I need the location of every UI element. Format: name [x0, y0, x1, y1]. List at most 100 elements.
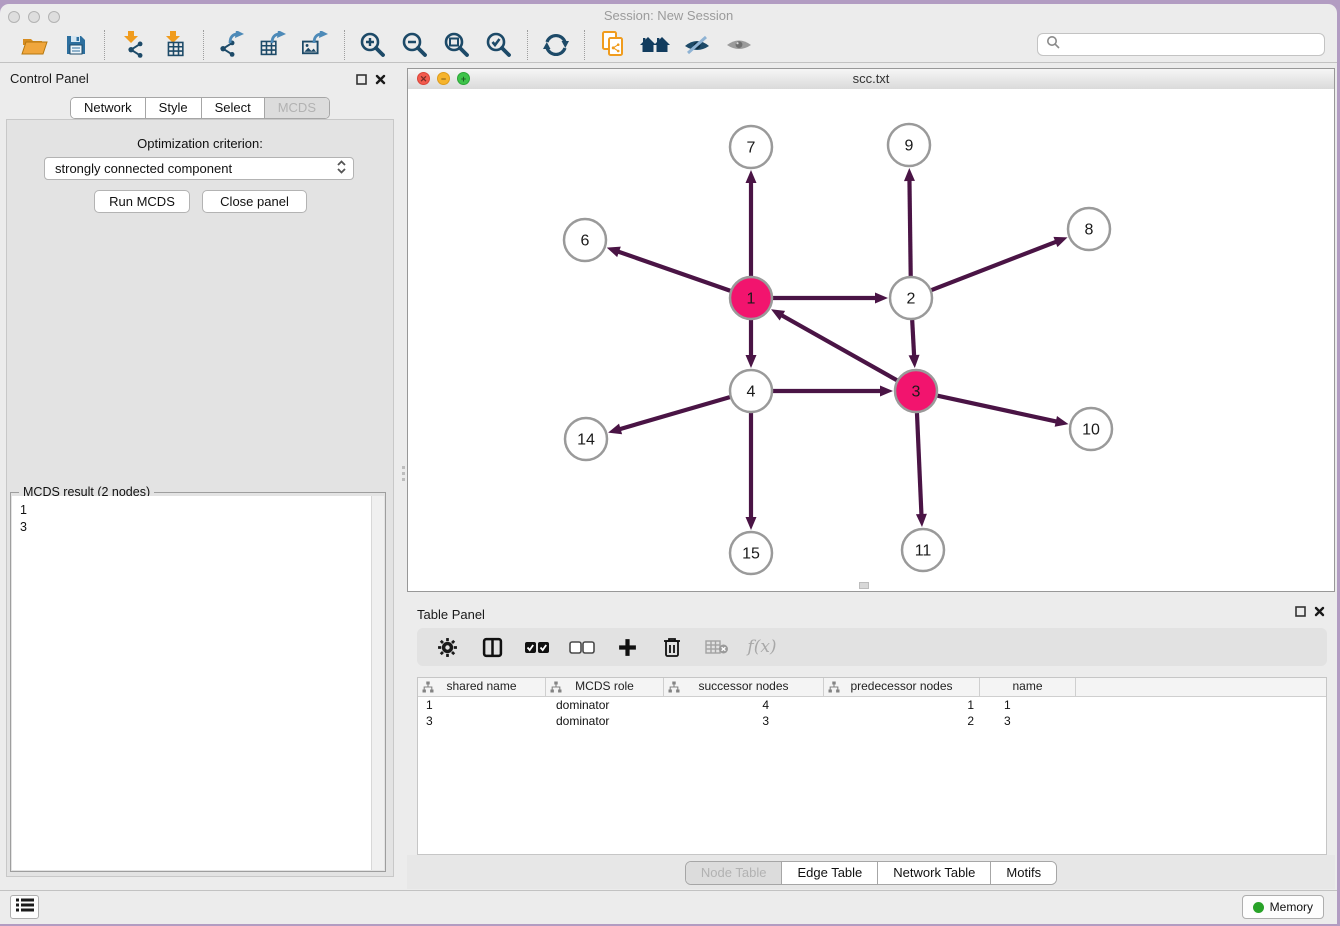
search-input[interactable] [1065, 37, 1324, 53]
node-label: 4 [747, 384, 756, 401]
tab-network[interactable]: Network [71, 98, 145, 118]
node-label: 11 [915, 543, 932, 560]
network-window-titlebar[interactable]: ✕ − + scc.txt [408, 69, 1334, 90]
tab-motifs[interactable]: Motifs [990, 862, 1056, 884]
hide-selected-icon[interactable] [680, 30, 714, 60]
zoom-selected-icon[interactable] [482, 30, 516, 60]
edge-3-10[interactable] [937, 396, 1057, 422]
node-label: 15 [742, 546, 760, 563]
node-label: 9 [905, 138, 914, 155]
criterion-value: strongly connected component [55, 161, 336, 176]
column-header-successor-nodes[interactable]: successor nodes [664, 678, 824, 696]
column-header-name[interactable]: name [980, 678, 1076, 696]
tab-select[interactable]: Select [201, 98, 264, 118]
edge-4-14[interactable] [619, 397, 730, 429]
column-header-shared-name[interactable]: shared name [418, 678, 546, 696]
table-row[interactable]: 1dominator411 [418, 697, 1326, 713]
gear-icon[interactable] [434, 634, 460, 660]
canvas-resize-handle[interactable] [859, 582, 869, 589]
toolbar-group [584, 30, 767, 60]
duplicate-network-icon[interactable] [596, 30, 630, 60]
main-toolbar [0, 27, 1337, 63]
float-panel-icon[interactable] [356, 72, 367, 90]
table-cell[interactable]: 1 [980, 697, 1076, 713]
result-scrollbar[interactable] [371, 496, 384, 870]
network-title: scc.txt [408, 71, 1334, 86]
edge-arrow-icon [607, 247, 621, 257]
tab-mcds[interactable]: MCDS [264, 98, 329, 118]
edge-2-8[interactable] [932, 241, 1058, 290]
split-columns-icon[interactable] [479, 634, 505, 660]
table-cell[interactable]: 1 [824, 697, 980, 713]
tab-network-table[interactable]: Network Table [877, 862, 990, 884]
tab-edge-table[interactable]: Edge Table [781, 862, 877, 884]
table-cell[interactable]: 1 [418, 697, 546, 713]
export-network-icon[interactable] [215, 30, 249, 60]
table-cell[interactable]: 2 [824, 713, 980, 729]
edge-2-3[interactable] [912, 320, 914, 357]
select-all-columns-icon[interactable] [524, 634, 550, 660]
list-menu-icon [15, 897, 35, 918]
control-panel: Control Panel NetworkStyleSelectMCDS Opt… [0, 62, 400, 891]
column-header-predecessor-nodes[interactable]: predecessor nodes [824, 678, 980, 696]
close-panel-button[interactable]: Close panel [202, 190, 307, 213]
criterion-dropdown[interactable]: strongly connected component [44, 157, 354, 180]
import-network-icon[interactable] [116, 30, 150, 60]
edge-arrow-icon [880, 386, 893, 397]
network-canvas[interactable]: 1234678910111415 [408, 89, 1334, 591]
edge-3-11[interactable] [917, 413, 922, 516]
save-session-icon[interactable] [59, 30, 93, 60]
node-label: 1 [747, 291, 756, 308]
export-table-icon[interactable] [257, 30, 291, 60]
run-mcds-button[interactable]: Run MCDS [94, 190, 190, 213]
table-cell[interactable]: dominator [546, 713, 664, 729]
delete-column-icon[interactable] [659, 634, 685, 660]
import-table-icon[interactable] [158, 30, 192, 60]
refresh-icon[interactable] [539, 30, 573, 60]
memory-button[interactable]: Memory [1242, 895, 1324, 919]
column-label: MCDS role [575, 679, 634, 693]
edge-1-6[interactable] [617, 251, 730, 291]
add-column-icon[interactable] [614, 634, 640, 660]
node-table[interactable]: shared name MCDS role successor nodesprede… [417, 677, 1327, 855]
show-all-icon[interactable] [722, 30, 756, 60]
table-cell[interactable]: 3 [664, 713, 824, 729]
node-label: 14 [577, 432, 595, 449]
tab-style[interactable]: Style [145, 98, 201, 118]
table-cell[interactable]: 4 [664, 697, 824, 713]
panel-divider[interactable] [400, 62, 407, 891]
table-row[interactable]: 3dominator323 [418, 713, 1326, 729]
float-panel-icon[interactable] [1295, 604, 1306, 622]
mcds-result-line: 3 [20, 519, 372, 536]
table-cell[interactable]: 3 [980, 713, 1076, 729]
zoom-out-icon[interactable] [398, 30, 432, 60]
close-panel-icon[interactable] [375, 72, 386, 90]
table-panel-title: Table Panel [417, 607, 485, 622]
tab-node-table[interactable]: Node Table [686, 862, 782, 884]
node-label: 7 [747, 140, 756, 157]
node-label: 2 [907, 291, 916, 308]
delete-table-icon[interactable] [704, 634, 730, 660]
toolbar-group [6, 30, 104, 60]
task-history-button[interactable] [10, 895, 39, 919]
table-cell[interactable]: dominator [546, 697, 664, 713]
edge-2-9[interactable] [909, 179, 910, 276]
home-icon[interactable] [638, 30, 672, 60]
table-cell[interactable]: 3 [418, 713, 546, 729]
unselect-all-columns-icon[interactable] [569, 634, 595, 660]
column-header-MCDS-role[interactable]: MCDS role [546, 678, 664, 696]
zoom-in-icon[interactable] [356, 30, 390, 60]
open-session-icon[interactable] [17, 30, 51, 60]
function-builder-icon[interactable]: f(x) [749, 634, 775, 660]
search-field[interactable] [1037, 33, 1325, 56]
mcds-result-list[interactable]: 13 [12, 496, 372, 870]
column-tree-icon [422, 681, 434, 696]
optimization-criterion-label: Optimization criterion: [7, 136, 393, 151]
edge-arrow-icon [1055, 416, 1069, 427]
close-panel-icon[interactable] [1314, 604, 1325, 622]
export-image-icon[interactable] [299, 30, 333, 60]
zoom-fit-icon[interactable] [440, 30, 474, 60]
edge-3-1[interactable] [781, 315, 897, 381]
node-label: 10 [1082, 422, 1100, 439]
column-tree-icon [828, 681, 840, 696]
